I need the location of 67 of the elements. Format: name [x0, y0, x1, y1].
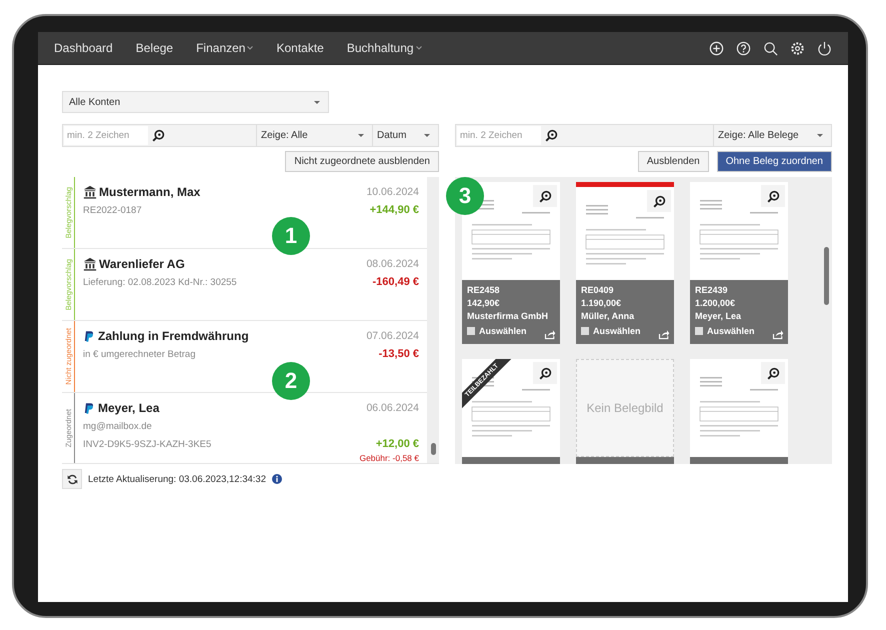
refresh-button[interactable] [62, 469, 82, 489]
receipt-amount: 142,90€ [467, 297, 501, 309]
nav-link[interactable]: Dashboard [54, 41, 113, 55]
zoom-icon[interactable] [538, 366, 552, 380]
add-icon[interactable] [709, 40, 724, 56]
transaction-amount: +144,90 € [370, 204, 419, 216]
hide-button[interactable]: Ausblenden [638, 151, 709, 172]
receipt-number: RE2458 [467, 284, 501, 296]
select-label: Auswählen [707, 325, 755, 337]
zoom-icon[interactable] [766, 190, 780, 202]
no-image-text: Kein Belegbild [586, 401, 664, 415]
payee-name: Meyer, Lea [98, 401, 160, 415]
zoom-icon[interactable] [652, 194, 666, 208]
scrollbar-thumb[interactable] [430, 443, 436, 455]
transaction-amount: +12,00 € [376, 438, 419, 450]
select-label: Auswählen [479, 325, 527, 337]
transaction-date: 08.06.2024 [366, 258, 419, 270]
zoom-icon[interactable] [766, 366, 780, 380]
info-icon[interactable] [272, 474, 282, 484]
refresh-icon [66, 474, 78, 484]
transaction-detail: Lieferung: 02.08.2023 Kd-Nr.: 30255 [83, 276, 237, 288]
help-icon[interactable] [736, 40, 751, 56]
receipt-contact: Müller, Anna [581, 310, 636, 322]
nav-link[interactable]: Belege [136, 41, 174, 55]
transaction-date: 06.06.2024 [366, 402, 419, 414]
transaction-detail: mg@mailbox.de [83, 420, 152, 432]
payee-name: Zahlung in Fremdwährung [98, 329, 249, 343]
share-icon[interactable] [772, 328, 784, 340]
power-icon[interactable] [817, 40, 832, 56]
transaction-detail: RE2022-0187 [83, 204, 142, 216]
transaction-amount: -160,49 € [372, 276, 419, 288]
receipt-number: RE0409 [581, 284, 615, 296]
select-label: Auswählen [593, 325, 641, 337]
select-checkbox[interactable] [695, 327, 703, 335]
step-marker: 3 [446, 177, 484, 215]
receipt-amount: 1.200,00€ [695, 297, 736, 309]
receipt-contact: Meyer, Lea [695, 310, 742, 322]
select-checkbox[interactable] [581, 327, 589, 335]
payee-name: Mustermann, Max [99, 185, 200, 199]
fee-text: Gebühr: -0,58 € [359, 453, 419, 463]
receipt-card[interactable]: RE0409 1.190,00€ Müller, Anna Auswählen [576, 182, 674, 344]
select-checkbox[interactable] [467, 327, 475, 335]
zoom-icon[interactable] [538, 190, 552, 202]
settings-icon[interactable] [790, 40, 805, 56]
transaction-date: 10.06.2024 [366, 186, 419, 198]
step-marker: 1 [272, 217, 310, 255]
assign-without-receipt-button[interactable]: Ohne Beleg zuordnen [716, 151, 832, 172]
receipt-card[interactable]: RE2439 1.200,00€ Meyer, Lea Auswählen [690, 182, 788, 344]
transaction-date: 07.06.2024 [366, 330, 419, 342]
nav-link[interactable]: Buchhaltung [346, 41, 422, 55]
scrollbar-thumb[interactable] [824, 247, 828, 305]
receipt-contact: Musterfirma GmbH [467, 310, 550, 322]
transaction-amount: -13,50 € [378, 348, 419, 360]
step-marker: 2 [272, 362, 310, 400]
transaction-detail: INV2-D9K5-9SZJ-KAZH-3KE5 [83, 438, 212, 450]
last-update-text: Letzte Aktualiserung: 03.06.2023,12:34:32 [88, 474, 266, 484]
search-icon[interactable] [763, 40, 778, 56]
hide-unassigned-button[interactable]: Nicht zugeordnete ausblenden [285, 151, 439, 172]
receipt-number: RE2439 [695, 284, 729, 296]
receipt-amount: 1.190,00€ [581, 297, 622, 309]
transaction-detail: in € umgerechneter Betrag [83, 348, 196, 360]
nav-link[interactable]: Finanzen [196, 41, 254, 55]
nav-link[interactable]: Kontakte [276, 41, 324, 55]
share-icon[interactable] [658, 328, 670, 340]
share-icon[interactable] [544, 328, 556, 340]
account-select[interactable]: Alle Konten [62, 91, 329, 113]
payee-name: Warenliefer AG [99, 257, 185, 271]
